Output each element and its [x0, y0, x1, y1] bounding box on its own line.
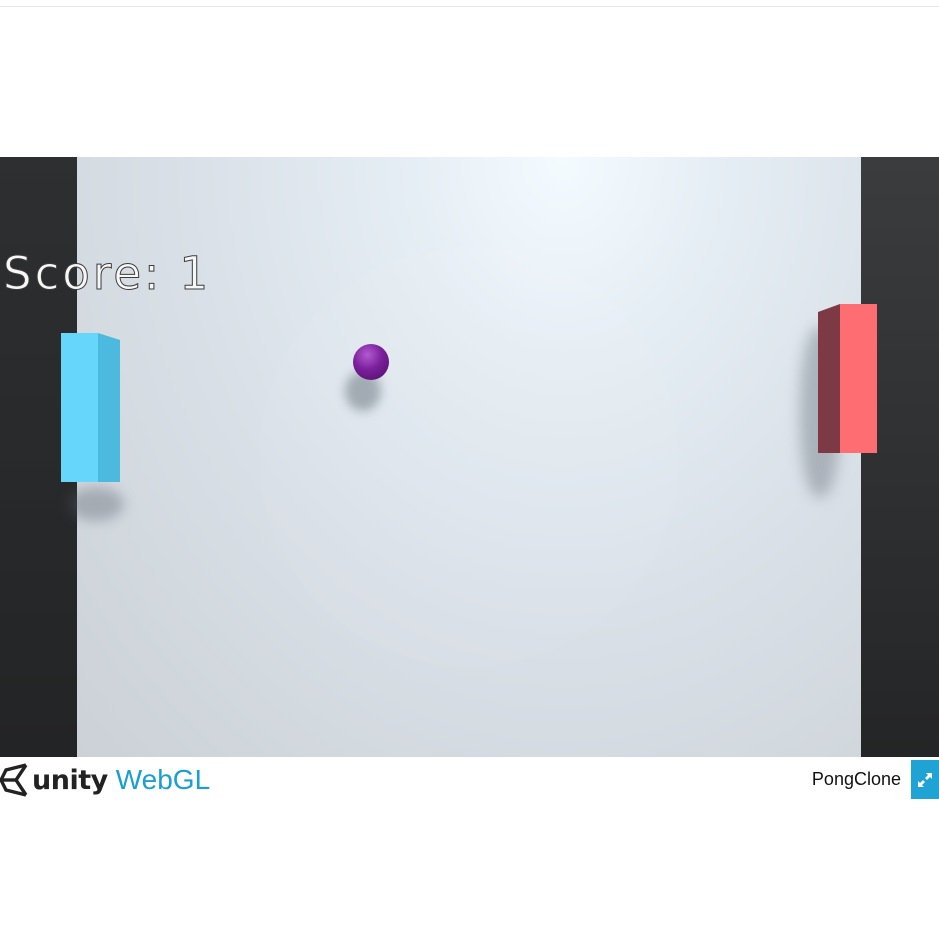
- left-paddle: [61, 333, 120, 482]
- webgl-footer: unity WebGL PongClone: [0, 757, 939, 803]
- ball: [353, 344, 389, 380]
- right-paddle: [818, 304, 877, 453]
- right-paddle-side: [818, 304, 840, 453]
- webgl-wordmark: WebGL: [115, 764, 211, 795]
- game-title: PongClone: [811, 769, 901, 789]
- floor-light-spot: [260, 248, 678, 666]
- left-paddle-side: [98, 333, 120, 482]
- unity-cube-icon: [0, 763, 28, 797]
- top-divider: [0, 6, 939, 7]
- left-paddle-shadow: [68, 487, 124, 521]
- left-paddle-front: [61, 333, 98, 482]
- right-wall: [861, 157, 939, 757]
- expand-arrows-icon: [918, 772, 932, 787]
- unity-webgl-logo: unity WebGL: [0, 760, 210, 800]
- unity-wordmark: unity: [32, 764, 108, 796]
- score-label: Score: 1: [2, 247, 212, 301]
- webgl-game-canvas[interactable]: Score: 1: [0, 157, 939, 757]
- right-paddle-front: [840, 304, 877, 453]
- fullscreen-button[interactable]: [911, 760, 939, 799]
